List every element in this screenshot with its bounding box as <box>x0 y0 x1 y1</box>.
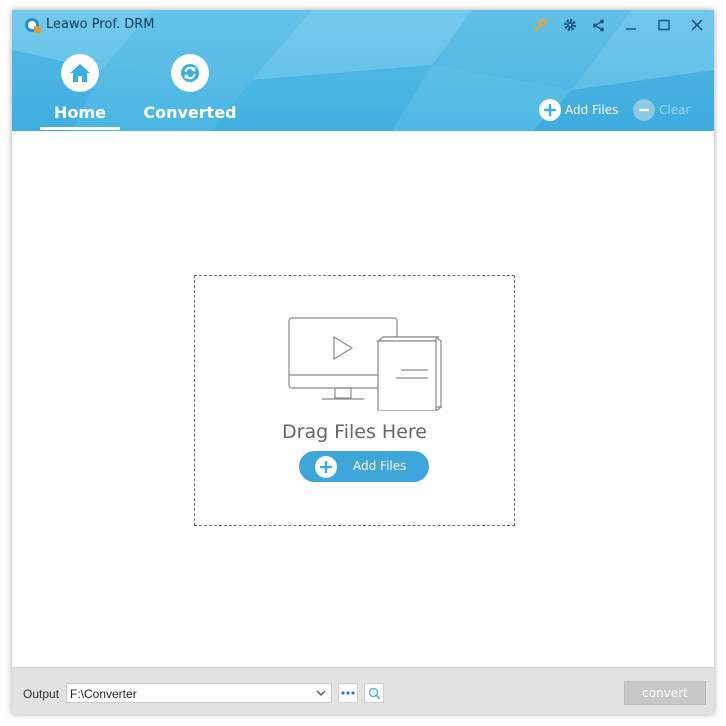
active-tab-indicator <box>40 127 120 130</box>
header-add-files-button[interactable]: Add Files <box>539 98 618 122</box>
close-button[interactable] <box>686 14 708 36</box>
refresh-icon <box>181 64 199 82</box>
plus-circle-icon <box>539 99 561 121</box>
drag-files-text: Drag Files Here <box>282 421 427 443</box>
maximize-icon <box>658 19 670 31</box>
header: Leawo Prof. DRM Home Converted Add Files… <box>12 10 714 131</box>
converted-tab-icon-circle <box>171 54 209 92</box>
add-files-label: Add Files <box>353 459 407 473</box>
plus-glyph-icon <box>544 104 556 116</box>
settings-button[interactable] <box>559 14 581 36</box>
app-title: Leawo Prof. DRM <box>46 17 155 32</box>
bottom-bar: Output F:\Converter convert <box>12 667 714 714</box>
convert-button[interactable]: convert <box>624 681 706 705</box>
tab-home-label: Home <box>54 103 106 122</box>
gear-icon <box>564 19 576 31</box>
app-window: Leawo Prof. DRM Home Converted Add Files… <box>12 10 714 714</box>
minimize-icon <box>626 28 636 30</box>
browse-button[interactable] <box>338 683 358 703</box>
share-icon <box>592 19 604 31</box>
tab-home[interactable]: Home <box>40 54 120 130</box>
minimize-button[interactable] <box>620 14 642 36</box>
more-dots-icon <box>341 691 355 695</box>
header-clear-label: Clear <box>659 103 691 117</box>
close-icon <box>691 19 703 31</box>
add-files-button[interactable]: Add Files <box>299 451 429 482</box>
open-folder-button[interactable] <box>364 683 384 703</box>
output-label: Output <box>23 687 60 701</box>
maximize-button[interactable] <box>653 14 675 36</box>
drop-zone[interactable]: Drag Files Here Add Files <box>194 275 515 526</box>
search-icon <box>368 687 381 700</box>
output-path-select[interactable]: F:\Converter <box>66 683 332 703</box>
home-icon <box>70 64 90 82</box>
minus-glyph-icon <box>639 108 649 112</box>
app-logo-icon <box>25 18 41 33</box>
header-add-files-label: Add Files <box>565 103 619 117</box>
share-button[interactable] <box>587 14 609 36</box>
key-icon <box>533 18 547 32</box>
minus-circle-icon <box>633 99 655 121</box>
tab-converted[interactable]: Converted <box>130 54 250 130</box>
tab-converted-label: Converted <box>143 103 237 122</box>
chevron-down-icon <box>316 690 326 696</box>
add-files-plus-icon <box>315 456 337 478</box>
home-tab-icon-circle <box>61 54 99 92</box>
monitor-and-book-icon <box>288 317 442 411</box>
output-path-value: F:\Converter <box>70 687 137 701</box>
plus-icon <box>320 461 332 473</box>
key-button[interactable] <box>529 14 551 36</box>
header-clear-button[interactable]: Clear <box>633 98 690 122</box>
